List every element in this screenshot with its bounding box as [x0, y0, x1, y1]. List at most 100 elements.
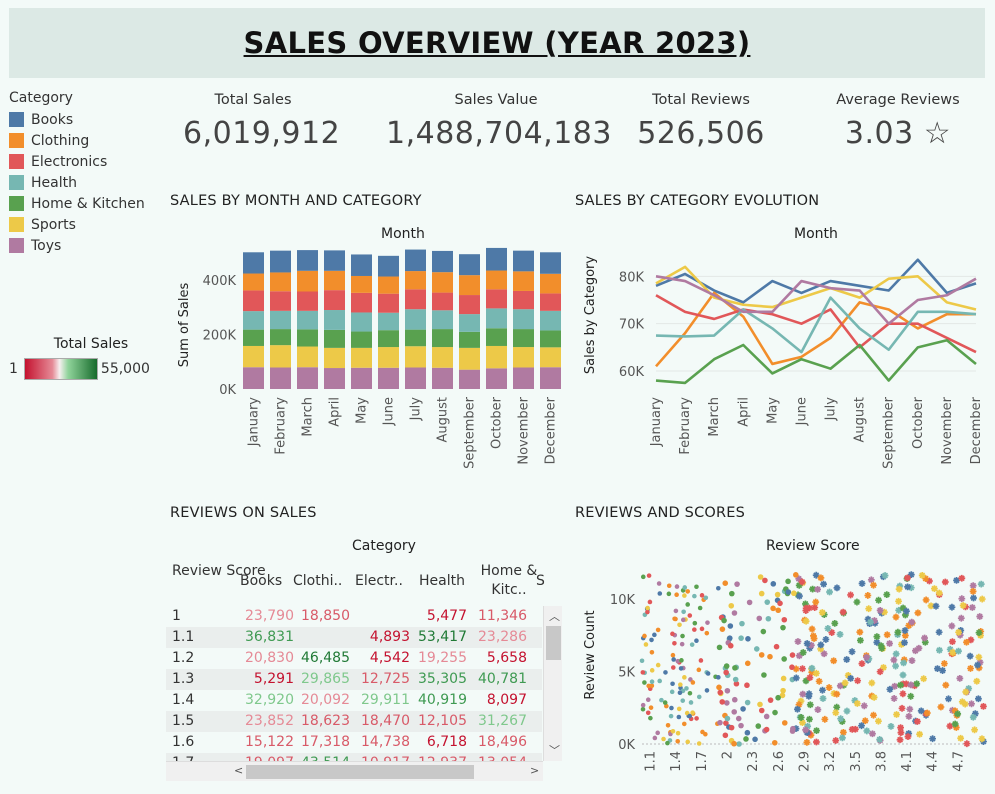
scatter-point	[847, 591, 854, 599]
scroll-left-icon[interactable]: <	[234, 764, 243, 777]
scatter-chart: Review Count 0K 5K 10K 1.1 1.4 1.7 2 2.3 2.6 2.9 3.…	[583, 571, 987, 772]
scatter-x-tick-label: 3.8	[874, 751, 889, 772]
bar-chart-title: Month	[381, 226, 425, 242]
bar-segment	[405, 367, 426, 389]
kpi-value: 3.03 ☆	[844, 116, 952, 151]
scroll-down-icon[interactable]: ﹀	[549, 742, 560, 758]
scatter-point	[647, 599, 653, 605]
scatter-point	[936, 646, 943, 654]
bar-segment	[540, 347, 561, 368]
table-horizontal-scrollbar[interactable]: < >	[166, 761, 543, 781]
scatter-point	[856, 628, 864, 636]
table-cell-score: 1.1	[172, 629, 195, 645]
bar-x-tick-label: September	[463, 396, 478, 469]
scatter-point	[694, 638, 699, 644]
section-title-reviews-on-sales: REVIEWS ON SALES	[170, 505, 317, 521]
scatter-point	[799, 690, 807, 698]
scatter-point	[903, 607, 910, 615]
scatter-point	[674, 584, 680, 589]
scatter-point	[758, 590, 765, 597]
scatter-point	[896, 736, 904, 744]
scroll-up-icon[interactable]: ︿	[549, 608, 560, 624]
legend-item[interactable]: Books	[9, 109, 159, 130]
scatter-point	[697, 605, 703, 611]
bar-x-tick-label: May	[355, 397, 370, 424]
scatter-point	[771, 739, 778, 746]
scatter-point	[939, 667, 946, 674]
scatter-point	[975, 695, 982, 703]
scatter-point	[732, 676, 739, 683]
scatter-point	[642, 680, 647, 685]
bar-segment	[243, 345, 264, 368]
scatter-point	[906, 705, 914, 713]
scroll-thumb[interactable]	[246, 765, 474, 779]
scatter-point	[740, 706, 746, 712]
line-chart: Sales by Category 60K 70K 80K January Februar…	[583, 256, 984, 469]
col-header-home-kitchen[interactable]: Home & Kitc..	[478, 562, 540, 600]
scroll-thumb[interactable]	[546, 626, 561, 660]
scatter-point	[892, 650, 900, 658]
scatter-point	[948, 603, 956, 611]
scatter-point	[858, 660, 866, 668]
bar-segment	[459, 254, 480, 276]
col-header-sports[interactable]: S	[536, 572, 545, 591]
legend-label: Toys	[31, 237, 62, 254]
legend-item[interactable]: Health	[9, 172, 159, 193]
legend-item[interactable]: Toys	[9, 235, 159, 256]
scatter-point	[723, 663, 730, 669]
line-x-tick-label: October	[911, 396, 926, 449]
scatter-point	[971, 726, 978, 734]
scatter-point	[705, 620, 710, 625]
bar-y-tick-label: 200K	[203, 329, 237, 344]
scatter-x-tick-label: 1.1	[644, 751, 659, 772]
gradient-bar	[23, 358, 98, 380]
col-header-health[interactable]: Health	[419, 572, 465, 591]
scatter-point	[696, 694, 702, 700]
bar-x-tick-label: January	[247, 397, 262, 448]
scatter-point	[673, 616, 678, 622]
scatter-point	[703, 731, 708, 737]
scatter-point	[655, 662, 661, 668]
bar-segment	[513, 271, 534, 291]
legend-item[interactable]: Home & Kitchen	[9, 193, 159, 214]
scatter-point	[761, 672, 767, 678]
scatter-point	[665, 740, 670, 746]
bar-segment	[243, 311, 264, 330]
scatter-point	[780, 624, 786, 631]
scatter-point	[892, 662, 900, 670]
line-x-tick-label: May	[765, 397, 780, 424]
col-header-books[interactable]: Books	[240, 572, 282, 591]
table-cell: 5,477	[426, 608, 467, 624]
table-cell: 23,790	[245, 608, 294, 624]
table-cell: 19,255	[418, 650, 467, 666]
scatter-point	[657, 678, 662, 684]
scatter-point	[869, 730, 876, 738]
scatter-point	[973, 677, 981, 685]
legend-item[interactable]: Sports	[9, 214, 159, 235]
scatter-point	[978, 735, 986, 743]
col-header-electronics[interactable]: Electr..	[355, 572, 403, 591]
scatter-point	[826, 588, 833, 596]
bar-segment	[324, 290, 345, 311]
bar-segment	[513, 347, 534, 368]
scatter-point	[976, 613, 984, 620]
bar-segment	[459, 275, 480, 296]
scroll-right-icon[interactable]: >	[530, 764, 539, 777]
scatter-point	[652, 632, 657, 638]
table-vertical-scrollbar[interactable]: ︿ ﹀	[543, 606, 562, 761]
table-row: 1.6 15,122 17,318 14,738 6,718 18,496	[166, 732, 542, 753]
scatter-point	[813, 727, 820, 735]
gradient-legend-min: 1	[9, 361, 18, 377]
bar-x-tick-label: March	[301, 397, 316, 437]
bar-segment	[405, 329, 426, 347]
bar-segment	[405, 289, 426, 310]
scatter-point	[672, 640, 677, 646]
scatter-point	[875, 717, 882, 725]
scatter-point	[781, 616, 788, 623]
legend-item[interactable]: Electronics	[9, 151, 159, 172]
scatter-point	[901, 627, 909, 634]
col-header-clothing[interactable]: Clothi..	[293, 572, 342, 591]
scatter-point	[640, 706, 646, 712]
scatter-point	[955, 628, 963, 636]
legend-item[interactable]: Clothing	[9, 130, 159, 151]
